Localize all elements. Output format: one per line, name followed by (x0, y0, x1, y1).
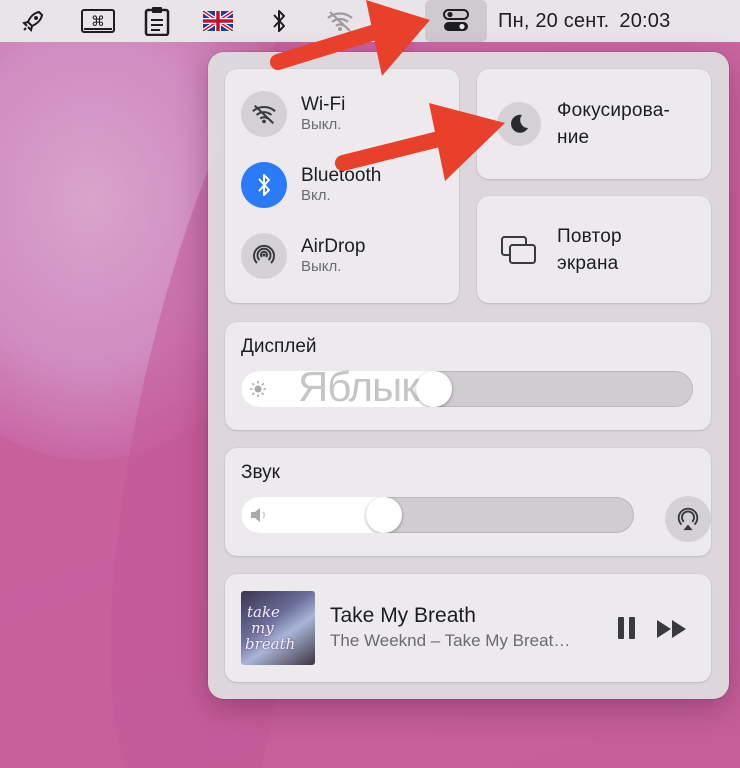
album-art-text-2: my (251, 619, 274, 637)
menubar-time: 20:03 (619, 9, 671, 32)
display-title: Дисплей (241, 336, 317, 357)
display-card: Дисплей (225, 322, 711, 430)
speaker-icon (249, 506, 267, 524)
moon-icon (497, 102, 541, 146)
brightness-knob[interactable] (416, 371, 452, 407)
screen-mirroring-label-line1: Повтор (557, 225, 622, 247)
bluetooth-status: Вкл. (301, 187, 331, 204)
menubar-date: Пн, 20 сент. (498, 9, 610, 32)
airplay-audio-button[interactable] (665, 496, 711, 542)
pause-button[interactable] (615, 617, 637, 641)
airdrop-label: AirDrop (301, 236, 366, 257)
svg-text:⌘: ⌘ (91, 14, 105, 30)
screen-mirroring-icon (497, 228, 541, 272)
brightness-slider[interactable] (241, 371, 693, 407)
menu-bar: ⌘ Пн, 20 сент. 20:03 (0, 0, 740, 42)
bluetooth-toggle[interactable]: Bluetooth Вкл. (241, 162, 381, 208)
track-artist: The Weeknd – Take My Breat… (330, 631, 571, 650)
now-playing-card[interactable]: take my breath Take My Breath The Weeknd… (225, 574, 711, 682)
screen-mirroring-card[interactable]: Повтор экрана (477, 196, 711, 303)
wifi-status: Выкл. (301, 116, 342, 133)
sound-card: Звук (225, 448, 711, 556)
rocket-icon[interactable] (18, 7, 48, 35)
airdrop-icon[interactable] (241, 233, 287, 279)
screen-mirroring-label-line2: экрана (557, 252, 619, 274)
control-center-icon[interactable] (425, 0, 487, 42)
bluetooth-icon[interactable] (264, 7, 294, 35)
wifi-off-icon[interactable] (325, 7, 355, 35)
album-art[interactable]: take my breath (241, 591, 315, 665)
airdrop-status: Выкл. (301, 258, 342, 275)
sound-title: Звук (241, 462, 280, 483)
pause-icon-bar-left (617, 617, 624, 639)
wifi-off-icon[interactable] (241, 91, 287, 137)
focus-label-line2: ние (557, 127, 590, 148)
brightness-fill (241, 371, 434, 407)
forward-icon (657, 620, 686, 638)
volume-knob[interactable] (366, 497, 402, 533)
connectivity-card: Wi-Fi Выкл. Bluetooth Вкл. AirDrop Выкл. (225, 69, 459, 303)
volume-slider[interactable] (241, 497, 634, 533)
focus-card[interactable]: Фокусирова- ние (477, 69, 711, 179)
pause-icon-bar-right (628, 617, 635, 639)
forward-button[interactable] (656, 618, 688, 645)
focus-label-line1: Фокусирова- (557, 100, 671, 121)
airplay-audio-icon (677, 507, 699, 531)
sun-icon (249, 380, 267, 398)
bluetooth-icon[interactable] (241, 162, 287, 208)
wifi-toggle[interactable]: Wi-Fi Выкл. (241, 91, 345, 137)
control-center-panel: Wi-Fi Выкл. Bluetooth Вкл. AirDrop Выкл. (208, 52, 729, 699)
album-art-text-1: take (247, 603, 280, 621)
album-art-text-3: breath (245, 635, 296, 653)
menubar-clock[interactable]: Пн, 20 сент. 20:03 (498, 8, 670, 34)
bluetooth-label: Bluetooth (301, 165, 382, 186)
command-keyboard-icon[interactable]: ⌘ (80, 7, 116, 35)
airdrop-toggle[interactable]: AirDrop Выкл. (241, 233, 365, 279)
wifi-label: Wi-Fi (301, 94, 346, 115)
clipboard-icon[interactable] (142, 7, 172, 36)
uk-flag-icon[interactable] (203, 7, 233, 35)
track-title: Take My Breath (330, 604, 476, 627)
